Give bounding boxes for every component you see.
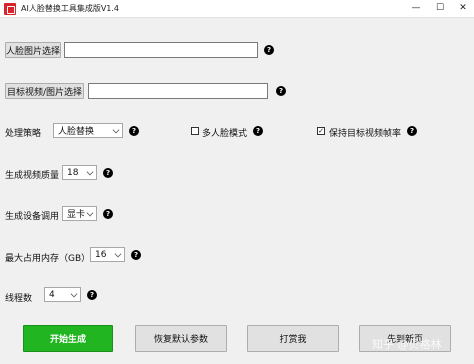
close-button[interactable]: ✕ bbox=[451, 0, 474, 18]
tip-me-button[interactable]: 打赏我 bbox=[247, 325, 339, 352]
app-icon bbox=[4, 3, 16, 15]
minimize-button[interactable]: — bbox=[404, 0, 428, 18]
memory-select[interactable]: 16 bbox=[90, 247, 125, 262]
device-select[interactable]: 显卡 bbox=[62, 206, 97, 221]
strategy-select-value: 人脸替换 bbox=[58, 127, 95, 137]
device-label: 生成设备调用 bbox=[5, 212, 60, 222]
watermark: 知乎 @贝格林 bbox=[372, 338, 442, 351]
quality-help-icon[interactable]: ? bbox=[103, 168, 113, 178]
strategy-select[interactable]: 人脸替换 bbox=[53, 123, 123, 138]
quality-label: 生成视频质量 bbox=[5, 171, 60, 181]
memory-select-value: 16 bbox=[95, 249, 107, 260]
chevron-down-icon bbox=[114, 250, 122, 258]
keep-fps-label: 保持目标视频帧率 bbox=[329, 129, 402, 139]
chevron-down-icon bbox=[86, 168, 94, 176]
title-bar: AI人脸替换工具集成版V1.4 — ☐ ✕ bbox=[0, 0, 474, 18]
chevron-down-icon bbox=[112, 126, 120, 134]
threads-select-value: 4 bbox=[49, 289, 55, 300]
face-image-select-button[interactable]: 人脸图片选择 bbox=[5, 42, 61, 58]
maximize-button[interactable]: ☐ bbox=[428, 0, 452, 18]
device-help-icon[interactable]: ? bbox=[103, 209, 113, 219]
target-select-button[interactable]: 目标视频/图片选择 bbox=[5, 83, 84, 99]
quality-select-value: 18 bbox=[67, 167, 79, 178]
chevron-down-icon bbox=[70, 290, 78, 298]
threads-help-icon[interactable]: ? bbox=[87, 290, 97, 300]
memory-help-icon[interactable]: ? bbox=[131, 250, 141, 260]
keep-fps-checkbox[interactable]: ✓ bbox=[317, 127, 325, 135]
threads-select[interactable]: 4 bbox=[44, 287, 81, 302]
target-path-input[interactable] bbox=[88, 83, 268, 99]
multi-face-label: 多人脸模式 bbox=[202, 129, 248, 139]
face-select-help-icon[interactable]: ? bbox=[264, 45, 274, 55]
multi-face-help-icon[interactable]: ? bbox=[253, 126, 263, 136]
strategy-label: 处理策略 bbox=[5, 129, 42, 139]
window-title: AI人脸替换工具集成版V1.4 bbox=[21, 4, 120, 13]
multi-face-checkbox[interactable] bbox=[191, 127, 199, 135]
device-select-value: 显卡 bbox=[67, 210, 86, 220]
start-generate-button[interactable]: 开始生成 bbox=[23, 325, 113, 352]
threads-label: 线程数 bbox=[5, 294, 33, 304]
target-select-help-icon[interactable]: ? bbox=[276, 86, 286, 96]
face-image-path-input[interactable] bbox=[64, 42, 258, 58]
memory-label: 最大占用内存（GB） bbox=[5, 254, 91, 264]
chevron-down-icon bbox=[86, 209, 94, 217]
reset-defaults-button[interactable]: 恢复默认参数 bbox=[135, 325, 227, 352]
strategy-help-icon[interactable]: ? bbox=[129, 126, 139, 136]
keep-fps-help-icon[interactable]: ? bbox=[407, 126, 417, 136]
quality-select[interactable]: 18 bbox=[62, 165, 97, 180]
